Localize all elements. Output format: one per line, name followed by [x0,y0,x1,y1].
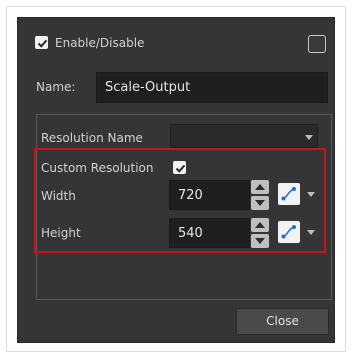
resolution-name-label: Resolution Name [41,131,143,145]
top-right-checkbox[interactable] [308,35,326,53]
resolution-name-combo[interactable] [170,124,318,148]
name-field[interactable]: Scale-Output [96,72,328,103]
chevron-down-icon [305,135,313,140]
highlight-box [34,148,326,253]
close-button[interactable]: Close [236,308,329,335]
enable-checkbox[interactable] [35,36,48,49]
enable-label: Enable/Disable [55,36,145,50]
name-label: Name: [36,80,76,94]
checkmark-icon [37,39,48,48]
